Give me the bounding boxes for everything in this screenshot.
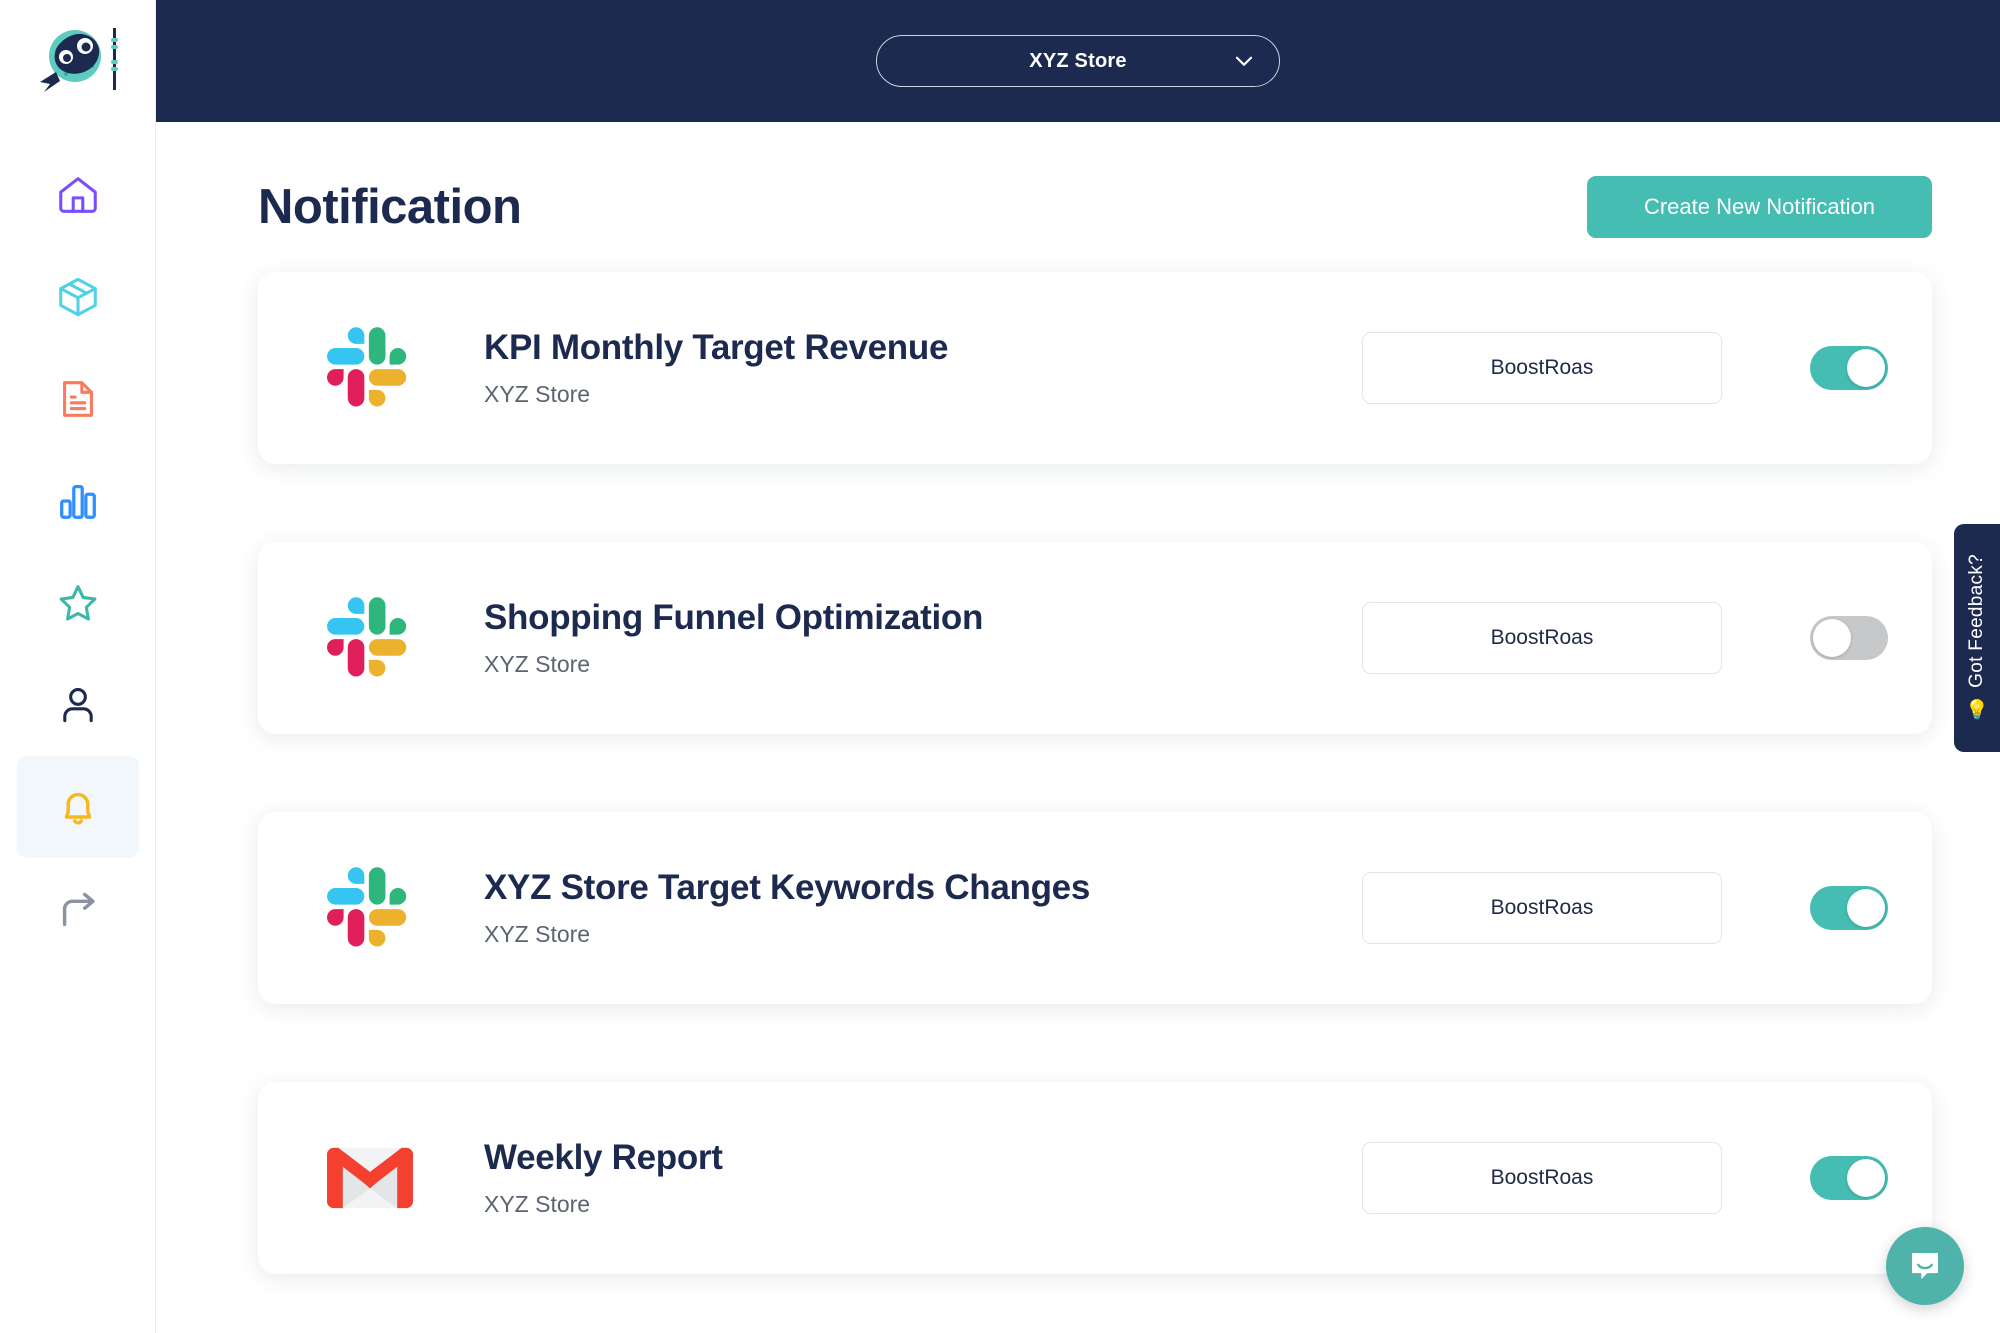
notification-info: Weekly Report XYZ Store <box>484 1138 1362 1217</box>
slack-icon <box>318 586 422 690</box>
notification-toggle[interactable] <box>1810 616 1888 660</box>
notification-channel[interactable]: BoostRoas <box>1362 872 1722 944</box>
top-bar: XYZ Store <box>156 0 2000 122</box>
sidebar-item-analytics[interactable] <box>17 450 139 552</box>
store-selector-value: XYZ Store <box>1029 50 1126 73</box>
notification-toggle[interactable] <box>1810 1156 1888 1200</box>
sidebar-item-account[interactable] <box>17 654 139 756</box>
gmail-icon <box>318 1126 422 1230</box>
toggle-knob <box>1847 1159 1885 1197</box>
notification-channel[interactable]: BoostRoas <box>1362 1142 1722 1214</box>
got-feedback-label: Got Feedback? <box>1966 554 1988 688</box>
sidebar-item-favorites[interactable] <box>17 552 139 654</box>
notification-toggle[interactable] <box>1810 346 1888 390</box>
brand-logo[interactable] <box>30 24 126 98</box>
lightbulb-icon: 💡 <box>1965 698 1989 722</box>
notification-list: KPI Monthly Target Revenue XYZ Store Boo… <box>156 238 2000 1274</box>
page-header: Notification Create New Notification <box>156 122 2000 238</box>
toggle-knob <box>1847 349 1885 387</box>
sidebar-item-share[interactable] <box>17 858 139 960</box>
notification-store: XYZ Store <box>484 651 1362 678</box>
create-new-notification-button[interactable]: Create New Notification <box>1587 176 1932 238</box>
main-content: Notification Create New Notification KPI… <box>156 122 2000 1333</box>
bell-icon <box>55 784 101 830</box>
store-selector[interactable]: XYZ Store <box>876 35 1280 87</box>
sidebar-nav <box>0 144 155 960</box>
slack-icon <box>318 316 422 420</box>
star-icon <box>55 580 101 626</box>
sidebar-item-notifications[interactable] <box>17 756 139 858</box>
chevron-down-icon <box>1231 48 1257 74</box>
sidebar-item-products[interactable] <box>17 246 139 348</box>
notification-card[interactable]: Weekly Report XYZ Store BoostRoas <box>258 1082 1932 1274</box>
notification-store: XYZ Store <box>484 381 1362 408</box>
notification-info: XYZ Store Target Keywords Changes XYZ St… <box>484 868 1362 947</box>
intercom-chat-icon <box>1905 1246 1945 1286</box>
user-icon <box>56 683 100 727</box>
fish-mascot-logo-icon <box>30 24 126 98</box>
package-box-icon <box>55 274 101 320</box>
notification-store: XYZ Store <box>484 921 1362 948</box>
document-icon <box>55 376 101 422</box>
notification-card[interactable]: KPI Monthly Target Revenue XYZ Store Boo… <box>258 272 1932 464</box>
notification-title: Weekly Report <box>484 1138 1362 1178</box>
notification-channel[interactable]: BoostRoas <box>1362 602 1722 674</box>
notification-channel[interactable]: BoostRoas <box>1362 332 1722 404</box>
sidebar <box>0 0 156 1333</box>
notification-info: Shopping Funnel Optimization XYZ Store <box>484 598 1362 677</box>
toggle-knob <box>1847 889 1885 927</box>
notification-toggle[interactable] <box>1810 886 1888 930</box>
notification-store: XYZ Store <box>484 1191 1362 1218</box>
page-title: Notification <box>258 179 521 235</box>
share-arrow-icon <box>55 886 101 932</box>
bar-chart-icon <box>55 478 101 524</box>
sidebar-item-reports[interactable] <box>17 348 139 450</box>
notification-card[interactable]: Shopping Funnel Optimization XYZ Store B… <box>258 542 1932 734</box>
chat-widget-button[interactable] <box>1886 1227 1964 1305</box>
got-feedback-tab[interactable]: Got Feedback? 💡 <box>1954 524 2000 752</box>
slack-icon <box>318 856 422 960</box>
notification-title: Shopping Funnel Optimization <box>484 598 1362 638</box>
notification-title: XYZ Store Target Keywords Changes <box>484 868 1362 908</box>
home-icon <box>55 172 101 218</box>
toggle-knob <box>1813 619 1851 657</box>
sidebar-item-home[interactable] <box>17 144 139 246</box>
app-root: XYZ Store Notification Create New Notifi… <box>0 0 2000 1333</box>
notification-title: KPI Monthly Target Revenue <box>484 328 1362 368</box>
notification-info: KPI Monthly Target Revenue XYZ Store <box>484 328 1362 407</box>
notification-card[interactable]: XYZ Store Target Keywords Changes XYZ St… <box>258 812 1932 1004</box>
